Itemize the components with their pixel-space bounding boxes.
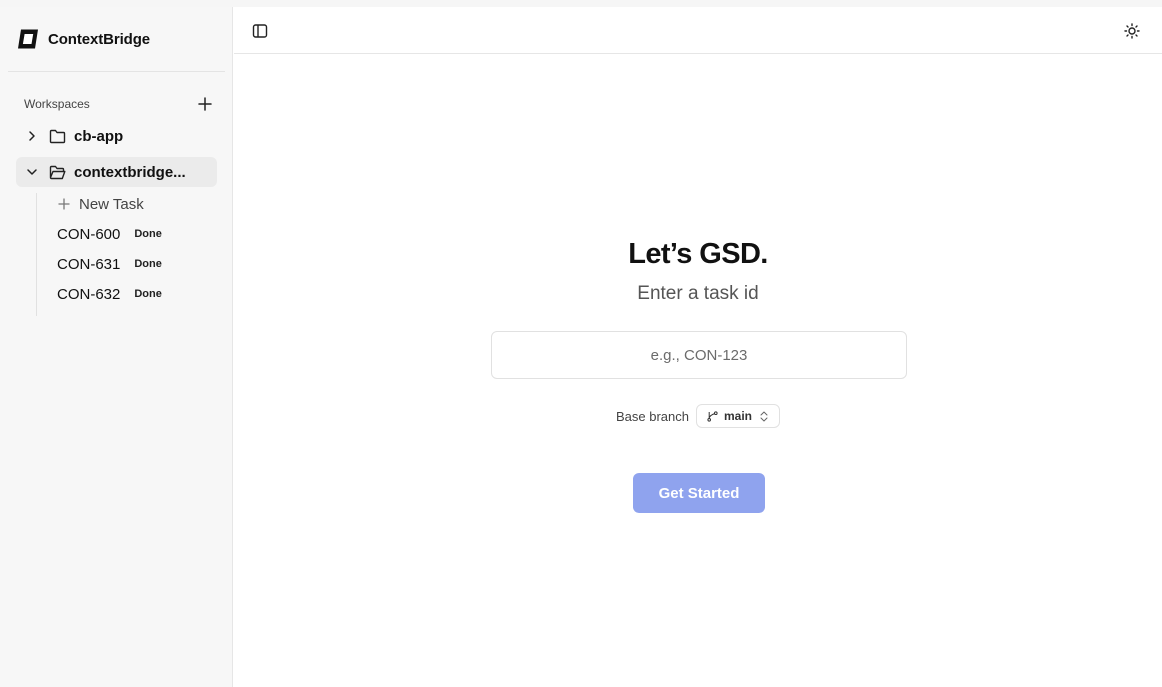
window-top-strip xyxy=(0,0,1162,7)
task-status-badge: Done xyxy=(134,258,162,270)
task-id-input[interactable] xyxy=(491,331,907,379)
task-item[interactable]: CON-600 Done xyxy=(57,224,162,244)
task-item[interactable]: CON-632 Done xyxy=(57,284,162,304)
main-header xyxy=(234,7,1162,54)
task-id: CON-600 xyxy=(57,225,121,243)
workspace-item-cb-app[interactable]: cb-app xyxy=(16,121,217,151)
task-status-badge: Done xyxy=(134,228,162,240)
workspace-name: contextbridge... xyxy=(74,163,186,181)
chevron-right-icon xyxy=(24,128,40,144)
base-branch-value: main xyxy=(724,409,753,423)
plus-icon xyxy=(56,196,72,212)
folder-open-icon xyxy=(48,163,66,181)
task-id: CON-632 xyxy=(57,285,121,303)
git-branch-icon xyxy=(707,410,718,422)
tree-guide-line xyxy=(36,193,37,316)
sidebar: ContextBridge Workspaces cb-app contextb… xyxy=(0,7,233,687)
get-started-button[interactable]: Get Started xyxy=(633,473,765,513)
folder-icon xyxy=(48,127,66,145)
toggle-sidebar-button[interactable] xyxy=(252,23,268,39)
task-id: CON-631 xyxy=(57,255,121,273)
app-name: ContextBridge xyxy=(48,30,151,48)
workspace-name: cb-app xyxy=(74,127,124,145)
sun-icon xyxy=(1124,23,1140,39)
sidebar-toggle-icon xyxy=(252,24,268,38)
chevron-down-icon xyxy=(24,164,40,180)
base-branch-label: Base branch xyxy=(616,408,689,424)
theme-toggle-button[interactable] xyxy=(1124,23,1140,39)
new-task-label: New Task xyxy=(79,195,144,213)
workspace-item-contextbridge[interactable]: contextbridge... xyxy=(16,157,217,187)
workspaces-label: Workspaces xyxy=(24,97,90,111)
workspaces-header: Workspaces xyxy=(24,94,214,114)
new-task-button[interactable]: New Task xyxy=(56,194,144,214)
page-subtitle: Enter a task id xyxy=(637,283,759,304)
base-branch-select[interactable]: main xyxy=(696,404,781,428)
brand[interactable]: ContextBridge xyxy=(16,27,150,51)
add-workspace-button[interactable] xyxy=(196,95,214,113)
task-item[interactable]: CON-631 Done xyxy=(57,254,162,274)
base-branch-row: Base branch main xyxy=(616,404,781,428)
chevrons-up-down-icon xyxy=(759,410,769,422)
contextbridge-logo-icon xyxy=(18,29,38,49)
task-status-badge: Done xyxy=(134,288,162,300)
sidebar-divider xyxy=(8,71,225,72)
plus-icon xyxy=(198,97,212,111)
page-title: Let’s GSD. xyxy=(628,238,768,270)
